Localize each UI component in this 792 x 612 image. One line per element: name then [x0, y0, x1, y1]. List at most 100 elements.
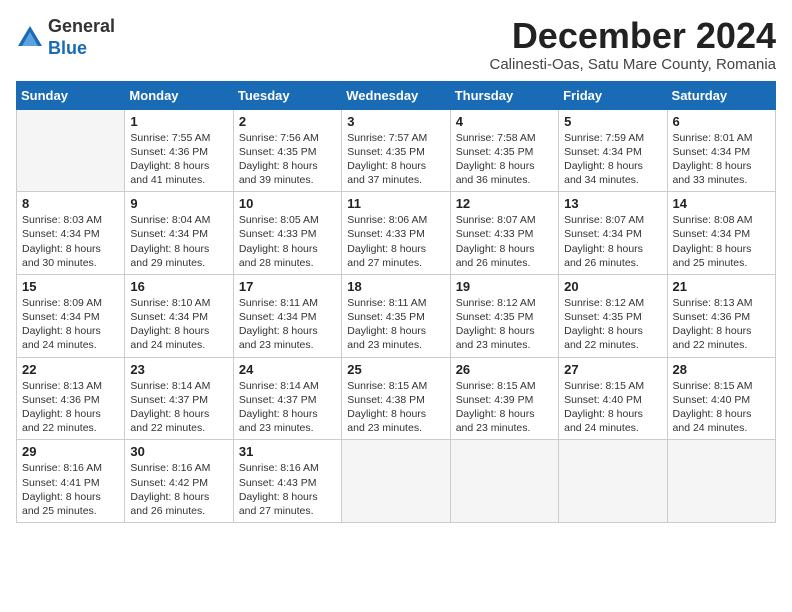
day-number: 21 — [673, 279, 770, 294]
table-row: 21 Sunrise: 8:13 AMSunset: 4:36 PMDaylig… — [667, 274, 775, 357]
table-row: 13 Sunrise: 8:07 AMSunset: 4:34 PMDaylig… — [559, 192, 667, 275]
calendar-table: Sunday Monday Tuesday Wednesday Thursday… — [16, 81, 776, 523]
table-row: 15 Sunrise: 8:09 AMSunset: 4:34 PMDaylig… — [17, 274, 125, 357]
day-detail: Sunrise: 8:04 AMSunset: 4:34 PMDaylight:… — [130, 213, 227, 270]
table-row — [342, 440, 450, 523]
calendar-week-row: 1 Sunrise: 7:55 AMSunset: 4:36 PMDayligh… — [17, 109, 776, 192]
table-row: 2 Sunrise: 7:56 AMSunset: 4:35 PMDayligh… — [233, 109, 341, 192]
day-number: 15 — [22, 279, 119, 294]
table-row: 27 Sunrise: 8:15 AMSunset: 4:40 PMDaylig… — [559, 357, 667, 440]
table-row — [667, 440, 775, 523]
table-row — [559, 440, 667, 523]
table-row: 10 Sunrise: 8:05 AMSunset: 4:33 PMDaylig… — [233, 192, 341, 275]
day-number: 10 — [239, 196, 336, 211]
title-block: December 2024 Calinesti-Oas, Satu Mare C… — [489, 16, 776, 73]
day-number: 31 — [239, 444, 336, 459]
table-row: 4 Sunrise: 7:58 AMSunset: 4:35 PMDayligh… — [450, 109, 558, 192]
day-detail: Sunrise: 8:12 AMSunset: 4:35 PMDaylight:… — [564, 296, 661, 353]
day-number: 25 — [347, 362, 444, 377]
day-number: 23 — [130, 362, 227, 377]
day-number: 18 — [347, 279, 444, 294]
table-row: 6 Sunrise: 8:01 AMSunset: 4:34 PMDayligh… — [667, 109, 775, 192]
table-row: 1 Sunrise: 7:55 AMSunset: 4:36 PMDayligh… — [125, 109, 233, 192]
day-detail: Sunrise: 8:16 AMSunset: 4:42 PMDaylight:… — [130, 461, 227, 518]
table-row — [450, 440, 558, 523]
day-number: 30 — [130, 444, 227, 459]
day-detail: Sunrise: 8:12 AMSunset: 4:35 PMDaylight:… — [456, 296, 553, 353]
table-row: 16 Sunrise: 8:10 AMSunset: 4:34 PMDaylig… — [125, 274, 233, 357]
col-wednesday: Wednesday — [342, 81, 450, 109]
day-number: 28 — [673, 362, 770, 377]
day-number: 29 — [22, 444, 119, 459]
day-detail: Sunrise: 8:15 AMSunset: 4:40 PMDaylight:… — [564, 379, 661, 436]
day-detail: Sunrise: 8:16 AMSunset: 4:43 PMDaylight:… — [239, 461, 336, 518]
table-row: 22 Sunrise: 8:13 AMSunset: 4:36 PMDaylig… — [17, 357, 125, 440]
day-number: 9 — [130, 196, 227, 211]
table-row: 3 Sunrise: 7:57 AMSunset: 4:35 PMDayligh… — [342, 109, 450, 192]
table-row: 24 Sunrise: 8:14 AMSunset: 4:37 PMDaylig… — [233, 357, 341, 440]
day-detail: Sunrise: 8:07 AMSunset: 4:34 PMDaylight:… — [564, 213, 661, 270]
table-row: 20 Sunrise: 8:12 AMSunset: 4:35 PMDaylig… — [559, 274, 667, 357]
table-row: 26 Sunrise: 8:15 AMSunset: 4:39 PMDaylig… — [450, 357, 558, 440]
day-number: 27 — [564, 362, 661, 377]
col-friday: Friday — [559, 81, 667, 109]
calendar-week-row: 15 Sunrise: 8:09 AMSunset: 4:34 PMDaylig… — [17, 274, 776, 357]
calendar-header-row: Sunday Monday Tuesday Wednesday Thursday… — [17, 81, 776, 109]
day-detail: Sunrise: 8:14 AMSunset: 4:37 PMDaylight:… — [239, 379, 336, 436]
day-detail: Sunrise: 7:58 AMSunset: 4:35 PMDaylight:… — [456, 131, 553, 188]
table-row: 17 Sunrise: 8:11 AMSunset: 4:34 PMDaylig… — [233, 274, 341, 357]
day-number: 20 — [564, 279, 661, 294]
table-row: 28 Sunrise: 8:15 AMSunset: 4:40 PMDaylig… — [667, 357, 775, 440]
day-number: 22 — [22, 362, 119, 377]
day-detail: Sunrise: 8:06 AMSunset: 4:33 PMDaylight:… — [347, 213, 444, 270]
table-row: 29 Sunrise: 8:16 AMSunset: 4:41 PMDaylig… — [17, 440, 125, 523]
day-detail: Sunrise: 8:08 AMSunset: 4:34 PMDaylight:… — [673, 213, 770, 270]
day-detail: Sunrise: 8:07 AMSunset: 4:33 PMDaylight:… — [456, 213, 553, 270]
day-detail: Sunrise: 8:11 AMSunset: 4:34 PMDaylight:… — [239, 296, 336, 353]
day-detail: Sunrise: 7:59 AMSunset: 4:34 PMDaylight:… — [564, 131, 661, 188]
table-row: 8 Sunrise: 8:03 AMSunset: 4:34 PMDayligh… — [17, 192, 125, 275]
table-row — [17, 109, 125, 192]
table-row: 31 Sunrise: 8:16 AMSunset: 4:43 PMDaylig… — [233, 440, 341, 523]
day-number: 5 — [564, 114, 661, 129]
day-detail: Sunrise: 7:57 AMSunset: 4:35 PMDaylight:… — [347, 131, 444, 188]
day-number: 12 — [456, 196, 553, 211]
logo-icon — [16, 24, 44, 52]
table-row: 11 Sunrise: 8:06 AMSunset: 4:33 PMDaylig… — [342, 192, 450, 275]
day-detail: Sunrise: 8:16 AMSunset: 4:41 PMDaylight:… — [22, 461, 119, 518]
day-detail: Sunrise: 7:55 AMSunset: 4:36 PMDaylight:… — [130, 131, 227, 188]
table-row: 14 Sunrise: 8:08 AMSunset: 4:34 PMDaylig… — [667, 192, 775, 275]
day-number: 19 — [456, 279, 553, 294]
day-detail: Sunrise: 8:11 AMSunset: 4:35 PMDaylight:… — [347, 296, 444, 353]
table-row: 19 Sunrise: 8:12 AMSunset: 4:35 PMDaylig… — [450, 274, 558, 357]
day-detail: Sunrise: 8:14 AMSunset: 4:37 PMDaylight:… — [130, 379, 227, 436]
col-monday: Monday — [125, 81, 233, 109]
day-detail: Sunrise: 8:09 AMSunset: 4:34 PMDaylight:… — [22, 296, 119, 353]
day-detail: Sunrise: 8:15 AMSunset: 4:38 PMDaylight:… — [347, 379, 444, 436]
calendar-week-row: 29 Sunrise: 8:16 AMSunset: 4:41 PMDaylig… — [17, 440, 776, 523]
day-detail: Sunrise: 8:13 AMSunset: 4:36 PMDaylight:… — [22, 379, 119, 436]
day-detail: Sunrise: 8:15 AMSunset: 4:39 PMDaylight:… — [456, 379, 553, 436]
day-number: 8 — [22, 196, 119, 211]
day-number: 1 — [130, 114, 227, 129]
day-detail: Sunrise: 8:03 AMSunset: 4:34 PMDaylight:… — [22, 213, 119, 270]
day-number: 17 — [239, 279, 336, 294]
day-number: 6 — [673, 114, 770, 129]
col-saturday: Saturday — [667, 81, 775, 109]
day-detail: Sunrise: 8:15 AMSunset: 4:40 PMDaylight:… — [673, 379, 770, 436]
day-detail: Sunrise: 8:13 AMSunset: 4:36 PMDaylight:… — [673, 296, 770, 353]
table-row: 25 Sunrise: 8:15 AMSunset: 4:38 PMDaylig… — [342, 357, 450, 440]
page-header: General Blue December 2024 Calinesti-Oas… — [16, 16, 776, 73]
day-number: 14 — [673, 196, 770, 211]
table-row: 5 Sunrise: 7:59 AMSunset: 4:34 PMDayligh… — [559, 109, 667, 192]
logo: General Blue — [16, 16, 115, 59]
day-number: 13 — [564, 196, 661, 211]
day-number: 11 — [347, 196, 444, 211]
calendar-week-row: 8 Sunrise: 8:03 AMSunset: 4:34 PMDayligh… — [17, 192, 776, 275]
col-thursday: Thursday — [450, 81, 558, 109]
table-row: 23 Sunrise: 8:14 AMSunset: 4:37 PMDaylig… — [125, 357, 233, 440]
day-detail: Sunrise: 8:10 AMSunset: 4:34 PMDaylight:… — [130, 296, 227, 353]
day-number: 4 — [456, 114, 553, 129]
location-subtitle: Calinesti-Oas, Satu Mare County, Romania — [489, 56, 776, 73]
table-row: 30 Sunrise: 8:16 AMSunset: 4:42 PMDaylig… — [125, 440, 233, 523]
